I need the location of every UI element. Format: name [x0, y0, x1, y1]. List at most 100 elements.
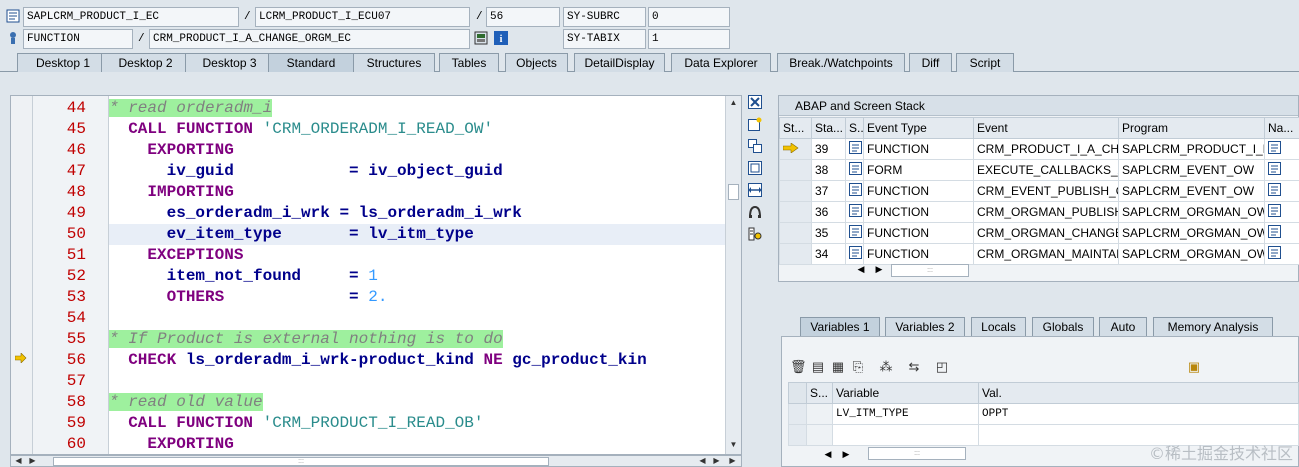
- stack-table[interactable]: St... Sta... S... Event Type Event Progr…: [779, 117, 1299, 265]
- column-header[interactable]: S...: [845, 117, 864, 139]
- stack-level-cell[interactable]: 34: [811, 243, 846, 265]
- code-line[interactable]: CHECK ls_orderadm_i_wrk-product_kind NE …: [109, 350, 727, 371]
- program-cell[interactable]: SAPLCRM_EVENT_OW: [1118, 159, 1265, 181]
- scroll-thumb[interactable]: [728, 184, 739, 200]
- code-line[interactable]: [109, 371, 727, 392]
- save-icon[interactable]: ▣: [1186, 359, 1202, 375]
- variable-name-cell[interactable]: [832, 424, 979, 446]
- column-header[interactable]: Event Type: [863, 117, 974, 139]
- stack-level-cell[interactable]: 35: [811, 222, 846, 244]
- delete-icon[interactable]: 🗑: [790, 359, 807, 375]
- code-line[interactable]: ev_item_type = lv_itm_type: [109, 224, 727, 245]
- event-type-cell[interactable]: FUNCTION: [863, 180, 974, 202]
- stack-level-cell[interactable]: 39: [811, 138, 846, 160]
- scroll-right-icon[interactable]: ▶: [873, 262, 885, 276]
- stack-pointer-cell[interactable]: [779, 138, 812, 160]
- scroll-right-icon[interactable]: ▶: [27, 456, 38, 466]
- transfer-icon[interactable]: ⇆: [906, 359, 922, 375]
- tab-locals[interactable]: Locals: [971, 317, 1026, 336]
- resize-icon[interactable]: [746, 183, 764, 201]
- navigate-cell[interactable]: [1264, 243, 1299, 265]
- stack-pointer-cell[interactable]: [779, 222, 812, 244]
- variable-value-cell[interactable]: OPPT: [978, 403, 1299, 425]
- event-name-field[interactable]: CRM_PRODUCT_I_A_CHANGE_ORGM_EC: [149, 29, 470, 49]
- tab-desktop-2[interactable]: Desktop 2: [101, 53, 190, 72]
- tab-data-explorer[interactable]: Data Explorer: [671, 53, 771, 72]
- editor-vertical-scrollbar[interactable]: ▲ ▼: [725, 96, 741, 454]
- scroll-left-icon[interactable]: ◀: [13, 456, 24, 466]
- code-line[interactable]: IMPORTING: [109, 182, 727, 203]
- table-row[interactable]: 37 FUNCTION CRM_EVENT_PUBLISH_O... SAPLCRM_…: [779, 180, 1299, 202]
- event-cell[interactable]: EXECUTE_CALLBACKS_A...: [973, 159, 1119, 181]
- sy-subrc-value[interactable]: 0: [648, 7, 730, 27]
- tab-diff[interactable]: Diff: [909, 53, 952, 72]
- column-header[interactable]: S...: [806, 382, 833, 404]
- sy-tabix-value[interactable]: 1: [648, 29, 730, 49]
- tab-desktop-1[interactable]: Desktop 1: [17, 53, 109, 72]
- code-line[interactable]: es_orderadm_i_wrk = ls_orderadm_i_wrk: [109, 203, 727, 224]
- stack-pointer-cell[interactable]: [779, 201, 812, 223]
- table-row[interactable]: 38 FORM EXECUTE_CALLBACKS_A... SAPLCRM_EVEN…: [779, 159, 1299, 181]
- display-source-icon[interactable]: [474, 31, 488, 45]
- variable-name-cell[interactable]: LV_ITM_TYPE: [832, 403, 979, 425]
- import-icon[interactable]: ⎘: [850, 359, 866, 375]
- event-cell[interactable]: CRM_EVENT_PUBLISH_O...: [973, 180, 1119, 202]
- new-tool-icon[interactable]: [746, 117, 764, 135]
- code-line[interactable]: * read orderadm_i: [109, 98, 727, 119]
- code-line[interactable]: item_not_found = 1: [109, 266, 727, 287]
- event-type-field[interactable]: FUNCTION: [23, 29, 133, 49]
- swap-tools-icon[interactable]: [746, 139, 764, 157]
- table-row[interactable]: 35 FUNCTION CRM_ORGMAN_CHANGE... SAPLCRM_OR…: [779, 222, 1299, 244]
- tab-desktop-3[interactable]: Desktop 3: [185, 53, 274, 72]
- event-type-cell[interactable]: FUNCTION: [863, 222, 974, 244]
- code-line[interactable]: CALL FUNCTION 'CRM_PRODUCT_I_READ_OB': [109, 413, 727, 434]
- scroll-right-icon[interactable]: ▶: [711, 456, 722, 466]
- scroll-thumb[interactable]: :::: [891, 264, 969, 277]
- program-name-field[interactable]: SAPLCRM_PRODUCT_I_EC: [23, 7, 239, 27]
- scroll-down-icon[interactable]: ▼: [728, 440, 739, 450]
- event-type-icon-cell[interactable]: [845, 201, 864, 223]
- event-type-icon-cell[interactable]: [845, 180, 864, 202]
- event-cell[interactable]: CRM_PRODUCT_I_A_CH...: [973, 138, 1119, 160]
- column-header[interactable]: St...: [779, 117, 812, 139]
- event-cell[interactable]: CRM_ORGMAN_MAINTAI...: [973, 243, 1119, 265]
- stack-level-cell[interactable]: 37: [811, 180, 846, 202]
- breakpoint-gutter[interactable]: [11, 96, 33, 454]
- event-type-icon-cell[interactable]: [845, 222, 864, 244]
- scroll-thumb[interactable]: :::: [53, 457, 549, 466]
- event-type-cell[interactable]: FUNCTION: [863, 138, 974, 160]
- column-header[interactable]: Program: [1118, 117, 1265, 139]
- navigate-cell[interactable]: [1264, 180, 1299, 202]
- table-row[interactable]: LV_ITM_TYPE OPPT: [788, 403, 1299, 425]
- scroll-left-icon[interactable]: ◀: [855, 262, 867, 276]
- variables-table[interactable]: S... Variable Val. LV_ITM_TYPE OPPT: [788, 382, 1299, 446]
- scroll-thumb[interactable]: :::: [868, 447, 966, 460]
- navigate-cell[interactable]: [1264, 222, 1299, 244]
- stack-pointer-cell[interactable]: [779, 159, 812, 181]
- maximize-icon[interactable]: [746, 161, 764, 179]
- stack-level-cell[interactable]: 38: [811, 159, 846, 181]
- table-row[interactable]: 39 FUNCTION CRM_PRODUCT_I_A_CH... SAPLCRM_P…: [779, 138, 1299, 160]
- event-type-cell[interactable]: FUNCTION: [863, 201, 974, 223]
- tab-tables[interactable]: Tables: [439, 53, 499, 72]
- scroll-left-icon[interactable]: ◀: [822, 447, 834, 461]
- insert-icon[interactable]: ▤: [810, 359, 826, 375]
- navigate-cell[interactable]: [1264, 201, 1299, 223]
- code-line[interactable]: iv_guid = iv_object_guid: [109, 161, 727, 182]
- program-cell[interactable]: SAPLCRM_ORGMAN_OW: [1118, 222, 1265, 244]
- column-header[interactable]: Sta...: [811, 117, 846, 139]
- code-line[interactable]: [109, 308, 727, 329]
- tab-variables-2[interactable]: Variables 2: [885, 317, 965, 336]
- tab-structures[interactable]: Structures: [353, 53, 435, 72]
- tab-memory-analysis[interactable]: Memory Analysis: [1153, 317, 1273, 336]
- scroll-left-icon[interactable]: ◀: [697, 456, 708, 466]
- scroll-right-icon[interactable]: ▶: [727, 456, 738, 466]
- tab-break-watchpoints[interactable]: Break./Watchpoints: [777, 53, 905, 72]
- event-cell[interactable]: CRM_ORGMAN_PUBLISH...: [973, 201, 1119, 223]
- tab-detaildisplay[interactable]: DetailDisplay: [574, 53, 665, 72]
- code-line[interactable]: CALL FUNCTION 'CRM_ORDERADM_I_READ_OW': [109, 119, 727, 140]
- stack-level-cell[interactable]: 36: [811, 201, 846, 223]
- code-line[interactable]: EXPORTING: [109, 140, 727, 161]
- expand-icon[interactable]: ⁂: [878, 359, 894, 375]
- scroll-right-icon[interactable]: ▶: [840, 447, 852, 461]
